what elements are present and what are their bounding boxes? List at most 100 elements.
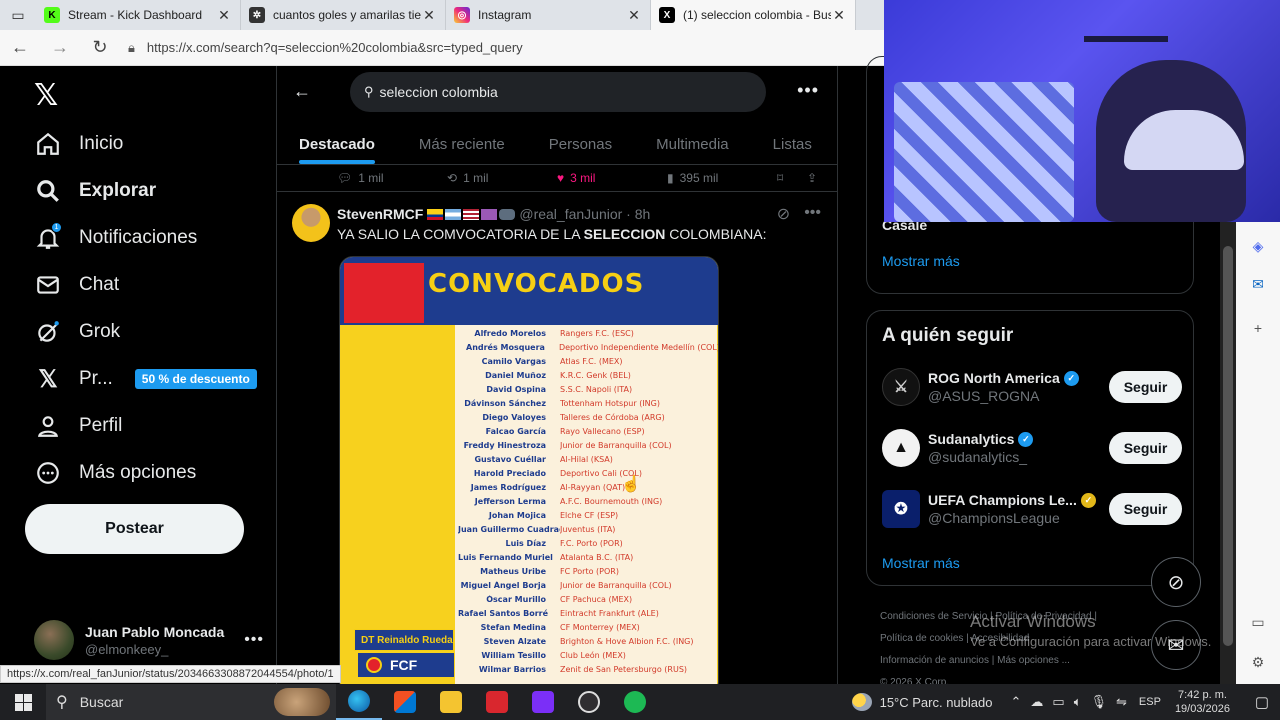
avatar[interactable] bbox=[292, 204, 330, 242]
player-name: David Ospina bbox=[486, 385, 546, 394]
follow-suggestion[interactable]: ⚔ ROG North America ✓ @ASUS_ROGNA Seguir bbox=[882, 365, 1182, 409]
bookmark-icon[interactable]: ⌑ bbox=[777, 171, 783, 185]
copilot-icon[interactable]: ◈ bbox=[1248, 236, 1268, 256]
player-club: Atlas F.C. (MEX) bbox=[560, 357, 623, 366]
search-input[interactable]: ⚲ seleccion colombia bbox=[350, 72, 766, 112]
more-dots-icon[interactable]: ••• bbox=[797, 80, 819, 101]
player-row: Jefferson Lerma A.F.C. Bournemouth (ING) bbox=[458, 497, 718, 511]
store-app-icon[interactable] bbox=[382, 684, 428, 720]
footer-link[interactable]: Política de cookies bbox=[880, 633, 963, 644]
nav-item-chat[interactable]: Chat bbox=[34, 265, 119, 305]
close-tab-icon[interactable]: ✕ bbox=[421, 7, 437, 24]
more-dots-icon[interactable]: ••• bbox=[244, 631, 264, 649]
repost-icon: ⟲ bbox=[447, 171, 458, 185]
add-icon[interactable]: + bbox=[1248, 318, 1268, 338]
views-button[interactable]: ▮ 395 mil bbox=[667, 171, 718, 185]
tab-destacado[interactable]: Destacado bbox=[277, 124, 397, 164]
show-more-link[interactable]: Mostrar más bbox=[882, 253, 960, 269]
close-tab-icon[interactable]: ✕ bbox=[216, 7, 232, 24]
settings-gear-icon[interactable]: ⚙ bbox=[1248, 652, 1268, 672]
more-dots-icon[interactable]: ••• bbox=[804, 204, 821, 224]
x-logo-icon[interactable]: 𝕏 bbox=[34, 78, 58, 113]
previous-tweet-actions: 💬︎ 1 mil ⟲ 1 mil ♥ 3 mil ▮ 395 mil ⌑ ⇪ bbox=[277, 165, 837, 191]
tweet-author-name[interactable]: StevenRMCF bbox=[337, 206, 423, 222]
nav-label: Inicio bbox=[79, 133, 124, 154]
edge-app-icon[interactable] bbox=[336, 684, 382, 720]
player-row: Harold Preciado Deportivo Cali (COL) bbox=[458, 469, 718, 483]
onedrive-icon[interactable]: ☁ bbox=[1030, 694, 1043, 710]
tab-mas-reciente[interactable]: Más reciente bbox=[397, 124, 527, 164]
browser-tab-x[interactable]: X (1) seleccion colombia - Busc ✕ bbox=[651, 0, 856, 30]
tweet-image[interactable]: CONVOCADOS Alfredo Morelos Rangers F.C. (… bbox=[339, 256, 719, 688]
player-name: James Rodríguez bbox=[470, 483, 546, 492]
start-button[interactable] bbox=[0, 684, 46, 720]
tweet[interactable]: StevenRMCF @real_fanJunior · 8h ⊘ ••• YA… bbox=[277, 192, 837, 688]
reload-icon[interactable]: ↻ bbox=[80, 30, 120, 66]
close-tab-icon[interactable]: ✕ bbox=[831, 7, 847, 24]
browser-tab-ai[interactable]: ✲ cuantos goles y amarilas tien ✕ bbox=[241, 0, 446, 30]
network-icon[interactable]: ⇋ bbox=[1116, 694, 1127, 710]
like-button[interactable]: ♥ 3 mil bbox=[557, 171, 595, 185]
nav-item-notificaciones[interactable]: 1 Notificaciones bbox=[34, 218, 197, 258]
grok-icon[interactable]: ⊘ bbox=[777, 204, 790, 224]
grok-float-button[interactable]: ⊘ bbox=[1151, 557, 1201, 607]
account-names: Juan Pablo Moncada @elmonkeey_ bbox=[85, 624, 244, 657]
mic-icon[interactable]: 🎙︎ bbox=[1091, 694, 1108, 710]
account-switcher[interactable]: Juan Pablo Moncada @elmonkeey_ ••• bbox=[34, 618, 264, 662]
taskbar-search[interactable]: ⚲ Buscar bbox=[46, 684, 336, 720]
follow-suggestion[interactable]: ✪ UEFA Champions Le... ✓ @ChampionsLeague… bbox=[882, 487, 1182, 531]
tab-actions-icon[interactable]: ▭ bbox=[0, 0, 36, 30]
share-icon[interactable]: ⇪ bbox=[807, 171, 817, 185]
clock[interactable]: 7:42 p. m. 19/03/2026 bbox=[1175, 688, 1230, 716]
tab-title: cuantos goles y amarilas tien bbox=[273, 8, 421, 22]
show-more-link[interactable]: Mostrar más bbox=[882, 555, 960, 571]
follow-button[interactable]: Seguir bbox=[1109, 493, 1182, 525]
follow-button[interactable]: Seguir bbox=[1109, 371, 1182, 403]
player-row: James Rodríguez Al-Rayyan (QAT) bbox=[458, 483, 718, 497]
nav-item-premium[interactable]: 𝕏 Pr... 50 % de descuento bbox=[34, 359, 257, 399]
edt-app-icon[interactable] bbox=[520, 684, 566, 720]
panel-toggle-icon[interactable]: ▭ bbox=[1248, 612, 1268, 632]
weather-widget[interactable]: 15°C Parc. nublado bbox=[851, 693, 992, 711]
tab-multimedia[interactable]: Multimedia bbox=[634, 124, 751, 164]
back-icon[interactable]: ← bbox=[0, 30, 40, 66]
back-arrow-icon[interactable]: ← bbox=[293, 81, 311, 102]
follow-suggestion[interactable]: ▲ Sudanalytics ✓ @sudanalytics_ Seguir bbox=[882, 426, 1182, 470]
outlook-icon[interactable]: ✉ bbox=[1248, 274, 1268, 294]
tab-listas[interactable]: Listas bbox=[751, 124, 834, 164]
footer-link[interactable]: Más opciones ... bbox=[997, 655, 1070, 666]
display-icon[interactable]: ▭ bbox=[1052, 694, 1064, 710]
notification-center-icon[interactable]: ▢ bbox=[1244, 693, 1280, 711]
nav-item-inicio[interactable]: Inicio bbox=[34, 124, 123, 164]
follow-button[interactable]: Seguir bbox=[1109, 432, 1182, 464]
nav-item-grok[interactable]: Grok bbox=[34, 312, 120, 352]
player-club: Tottenham Hotspur (ING) bbox=[560, 399, 660, 408]
volume-icon[interactable]: 🔈︎ bbox=[1074, 694, 1082, 710]
search-icon bbox=[34, 177, 62, 205]
nav-item-explorar[interactable]: Explorar bbox=[34, 171, 156, 211]
avatar bbox=[34, 620, 74, 660]
forward-icon[interactable]: → bbox=[40, 30, 80, 66]
account-handle: @elmonkeey_ bbox=[85, 641, 169, 657]
player-club: Rangers F.C. (ESC) bbox=[560, 329, 634, 338]
tab-personas[interactable]: Personas bbox=[527, 124, 634, 164]
chevron-up-icon[interactable]: ⌃ bbox=[1010, 694, 1021, 710]
browser-tab-instagram[interactable]: ◎ Instagram ✕ bbox=[446, 0, 651, 30]
language-indicator[interactable]: ESP bbox=[1139, 696, 1161, 708]
footer-link[interactable]: Información de anuncios bbox=[880, 655, 989, 666]
nav-item-perfil[interactable]: Perfil bbox=[34, 406, 122, 446]
post-button[interactable]: Postear bbox=[25, 504, 244, 554]
reply-button[interactable]: 💬︎ 1 mil bbox=[337, 171, 384, 185]
close-tab-icon[interactable]: ✕ bbox=[626, 7, 642, 24]
nav-item-mas-opciones[interactable]: Más opciones bbox=[34, 453, 196, 493]
scrollbar-thumb[interactable] bbox=[1223, 246, 1233, 646]
browser-tab-kick[interactable]: K Stream - Kick Dashboard ✕ bbox=[36, 0, 241, 30]
repost-button[interactable]: ⟲ 1 mil bbox=[447, 171, 488, 185]
obs-app-icon[interactable] bbox=[566, 684, 612, 720]
spotify-app-icon[interactable] bbox=[612, 684, 658, 720]
nav-label: Explorar bbox=[79, 180, 157, 201]
recorder-app-icon[interactable] bbox=[474, 684, 520, 720]
player-name: Luis Díaz bbox=[505, 539, 546, 548]
left-sidebar: 𝕏 Inicio Explorar 1 Notificaciones Chat … bbox=[0, 66, 276, 688]
file-explorer-icon[interactable] bbox=[428, 684, 474, 720]
